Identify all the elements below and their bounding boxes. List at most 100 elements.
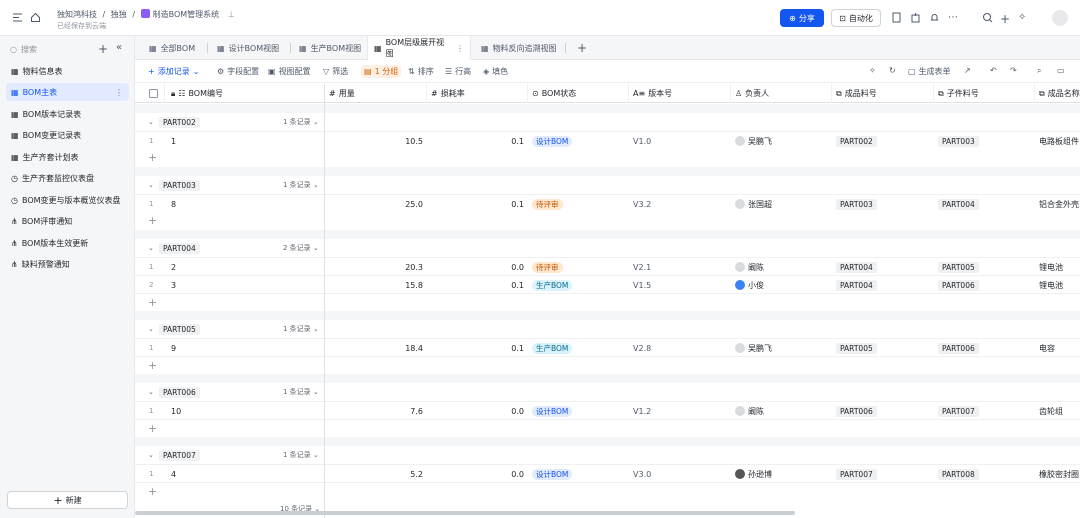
cell-owner[interactable]: 孙逊博 (731, 465, 832, 483)
more-icon[interactable]: ⋮ (115, 88, 123, 97)
chevron-down-icon[interactable]: ⌄ (148, 118, 154, 126)
avatar[interactable] (1052, 10, 1068, 26)
cell-bom-id[interactable]: 8 (167, 195, 325, 213)
cell-owner[interactable]: 阚陈 (731, 258, 832, 276)
field-config-button[interactable]: ⚙ 字段配置 (217, 66, 259, 77)
table-row[interactable]: 1 1 10.5 0.1 设计BOM V1.0 吴鹏飞 PART002 PART003 电路板组件 (135, 132, 1080, 150)
cell-loss[interactable]: 0.0 (427, 402, 528, 420)
cell-version[interactable]: V2.1 (629, 258, 731, 276)
home-icon[interactable] (30, 12, 41, 23)
cell-loss[interactable]: 0.1 (427, 195, 528, 213)
ai-sparkle-icon[interactable]: ✧ (1018, 12, 1029, 23)
cell-version[interactable]: V3.2 (629, 195, 731, 213)
add-row[interactable]: + (135, 420, 1080, 438)
cell-qty[interactable]: 10.5 (325, 132, 427, 150)
sidebar-item-bom-change[interactable]: ▦ BOM变更记录表 (6, 126, 129, 144)
cell-child-part[interactable]: PART007 (934, 402, 1035, 420)
cell-owner[interactable]: 小俊 (731, 276, 832, 294)
cell-version[interactable]: V1.5 (629, 276, 731, 294)
cell-bom-id[interactable]: 4 (167, 465, 325, 483)
sidebar-item-review-notice[interactable]: ⋔ BOM评审通知 (6, 212, 129, 230)
crumb-folder[interactable]: 独独 (111, 10, 127, 19)
table-row[interactable]: 1 10 7.6 0.0 设计BOM V1.2 阚陈 PART006 PART007 齿轮组 (135, 402, 1080, 420)
automation-button[interactable]: ⊡ 自动化 (831, 9, 881, 27)
cell-owner[interactable]: 阚陈 (731, 402, 832, 420)
filter-button[interactable]: ▽ 筛选 (323, 66, 348, 77)
col-product-part[interactable]: ⧉ 成品料号 (832, 84, 934, 103)
cell-child-part[interactable]: PART003 (934, 132, 1035, 150)
cell-owner[interactable]: 吴鹏飞 (731, 132, 832, 150)
cell-child-part[interactable]: PART006 (934, 339, 1035, 357)
more-icon[interactable]: ⋯ (948, 12, 959, 23)
table-row[interactable]: 1 4 5.2 0.0 设计BOM V3.0 孙逊博 PART007 PART008 橡胶密封圈 (135, 465, 1080, 483)
plugin-icon[interactable] (910, 12, 921, 23)
col-qty[interactable]: # 用量 (325, 84, 427, 103)
cell-bom-id[interactable]: 3 (167, 276, 325, 294)
cell-loss[interactable]: 0.1 (427, 132, 528, 150)
cell-loss[interactable]: 0.0 (427, 258, 528, 276)
add-row[interactable]: + (135, 294, 1080, 312)
table-row[interactable]: 1 9 18.4 0.1 生产BOM V2.8 吴鹏飞 PART005 PART006 电容 (135, 339, 1080, 357)
table-row[interactable]: 2 3 15.8 0.1 生产BOM V1.5 小俊 PART004 PART006 锂电池 (135, 276, 1080, 294)
pin-icon[interactable]: ⊥ (228, 10, 235, 19)
col-status[interactable]: ⊙ BOM状态 (528, 84, 629, 103)
col-version[interactable]: A≡ 版本号 (629, 84, 731, 103)
search-icon[interactable] (982, 12, 993, 23)
menu-icon[interactable] (12, 12, 23, 23)
cell-version[interactable]: V1.2 (629, 402, 731, 420)
cell-owner[interactable]: 吴鹏飞 (731, 339, 832, 357)
cell-status[interactable]: 待评审 (528, 195, 629, 213)
cell-product-name[interactable]: 锂电池 (1035, 258, 1080, 276)
tab-more-icon[interactable]: ⋮ (456, 44, 464, 53)
add-row[interactable]: + (135, 149, 1080, 167)
cell-product-part[interactable]: PART004 (832, 276, 934, 294)
add-row[interactable]: + (135, 357, 1080, 375)
cell-product-name[interactable]: 齿轮组 (1035, 402, 1080, 420)
group-header[interactable]: ⌄ PART007 1 条记录 ⌄ (135, 446, 1080, 465)
cell-child-part[interactable]: PART008 (934, 465, 1035, 483)
cell-child-part[interactable]: PART004 (934, 195, 1035, 213)
cell-version[interactable]: V1.0 (629, 132, 731, 150)
tab-bom-hierarchy[interactable]: ▦ BOM层级展开视图 ⋮ (367, 36, 471, 60)
cell-owner[interactable]: 张国超 (731, 195, 832, 213)
cell-bom-id[interactable]: 10 (167, 402, 325, 420)
group-button[interactable]: ▤ 1 分组 (361, 65, 402, 78)
cell-status[interactable]: 设计BOM (528, 132, 629, 150)
col-loss[interactable]: # 损耗率 (427, 84, 528, 103)
cell-qty[interactable]: 15.8 (325, 276, 427, 294)
cell-version[interactable]: V2.8 (629, 339, 731, 357)
cell-status[interactable]: 设计BOM (528, 402, 629, 420)
redo-icon[interactable]: ↷ (1010, 66, 1017, 75)
cell-bom-id[interactable]: 1 (167, 132, 325, 150)
cell-qty[interactable]: 5.2 (325, 465, 427, 483)
tab-design-bom[interactable]: ▦ 设计BOM视图 (211, 36, 285, 60)
row-height-button[interactable]: ☰ 行高 (445, 66, 471, 77)
tab-reverse-trace[interactable]: ▦ 物料反向追溯视图 (475, 36, 563, 60)
sidebar-item-production-plan[interactable]: ▦ 生产齐套计划表 (6, 148, 129, 166)
table-row[interactable]: 1 2 20.3 0.0 待评审 V2.1 阚陈 PART004 PART005 锂电池 (135, 258, 1080, 276)
fill-color-button[interactable]: ◈ 填色 (483, 66, 508, 77)
cell-child-part[interactable]: PART006 (934, 276, 1035, 294)
doc-icon[interactable] (891, 12, 902, 23)
add-row[interactable]: + (135, 212, 1080, 230)
history-icon[interactable]: ↻ (889, 66, 896, 75)
add-table-icon[interactable]: + (98, 42, 108, 56)
cell-loss[interactable]: 0.1 (427, 339, 528, 357)
select-all-checkbox[interactable] (135, 84, 165, 103)
sidebar-item-version-update[interactable]: ⋔ BOM版本生效更新 (6, 234, 129, 252)
add-record-button[interactable]: + 添加记录 ⌄ (148, 66, 199, 77)
table-row[interactable]: 1 8 25.0 0.1 待评审 V3.2 张国超 PART003 PART004 铝合金外壳 (135, 195, 1080, 213)
collapse-icon[interactable]: « (116, 42, 122, 53)
col-product-name[interactable]: ⧉ 成品名称 (1035, 84, 1080, 103)
cell-product-part[interactable]: PART002 (832, 132, 934, 150)
cell-product-name[interactable]: 橡胶密封圈 (1035, 465, 1080, 483)
cell-product-part[interactable]: PART006 (832, 402, 934, 420)
share-button[interactable]: ⊕ 分享 (780, 9, 824, 27)
sidebar-item-material[interactable]: ▦ 物料信息表 (6, 62, 129, 80)
chevron-down-icon[interactable]: ⌄ (148, 325, 154, 333)
view-config-button[interactable]: ▣ 视图配置 (268, 66, 311, 77)
cell-loss[interactable]: 0.1 (427, 276, 528, 294)
cell-product-part[interactable]: PART003 (832, 195, 934, 213)
undo-icon[interactable]: ↶ (990, 66, 997, 75)
add-icon[interactable]: + (1000, 12, 1011, 26)
